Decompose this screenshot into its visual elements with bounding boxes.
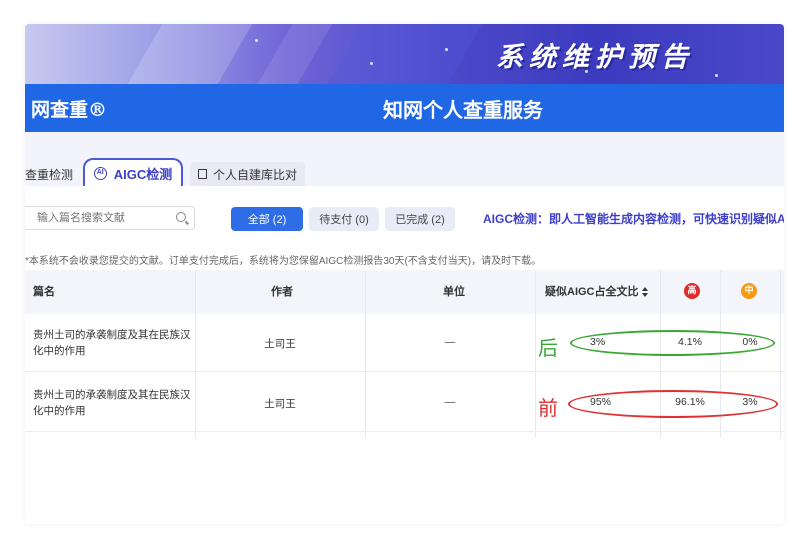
- app-header: 网查重® 知网个人查重服务: [25, 84, 784, 132]
- tab-personal-library[interactable]: 个人自建库比对: [190, 162, 305, 186]
- page-title: 知网个人查重服务: [383, 100, 543, 122]
- row-title[interactable]: 贵州土司的承袭制度及其在民族汉化中的作用: [33, 327, 198, 359]
- row-author: 土司王: [264, 398, 296, 410]
- search-input[interactable]: [37, 212, 167, 224]
- annotation-ellipse-red: [568, 390, 778, 418]
- column-aigc-ratio[interactable]: 疑似AIGC占全文比: [545, 270, 648, 314]
- high-risk-badge: 高: [684, 283, 700, 299]
- banner-text: 系统维护预告: [496, 42, 694, 73]
- sort-icon[interactable]: [641, 287, 648, 297]
- annotation-before: 前: [538, 396, 558, 420]
- annotation-ellipse-green: [570, 330, 775, 356]
- filter-completed-button[interactable]: 已完成 (2): [385, 207, 455, 231]
- maintenance-banner: 系统维护预告: [25, 24, 784, 84]
- tab-bar: 查重检测 AI AIGC检测 个人自建库比对: [25, 132, 784, 186]
- filter-all-button[interactable]: 全部 (2): [231, 207, 303, 231]
- row-unit: —: [444, 396, 456, 408]
- filter-pending-button[interactable]: 待支付 (0): [309, 207, 379, 231]
- column-aigc-ratio-label: 疑似AIGC占全文比: [545, 286, 639, 298]
- row-unit: —: [444, 336, 456, 348]
- retention-notice: *本系统不会收录您提交的文献。订单支付完成后，系统将为您保留AIGC检测报告30…: [25, 256, 542, 267]
- ai-icon: AI: [93, 166, 107, 180]
- tab-label: AIGC检测: [113, 166, 173, 182]
- annotation-after: 后: [538, 336, 558, 360]
- medium-risk-badge: 中: [741, 283, 757, 299]
- tab-aigc-check[interactable]: AI AIGC检测: [83, 158, 183, 186]
- search-box: [25, 206, 195, 230]
- aigc-description: AIGC检测：即人工智能生成内容检测，可快速识别疑似AI: [483, 212, 784, 226]
- page-container: 系统维护预告 网查重® 知网个人查重服务 查重检测 AI AIGC检测 个人自建…: [25, 24, 784, 524]
- search-icon[interactable]: [176, 212, 186, 222]
- tab-label: 个人自建库比对: [212, 167, 297, 182]
- table-header: 篇名 作者 单位 疑似AIGC占全文比 高 中: [25, 270, 784, 314]
- column-author: 作者: [271, 286, 293, 298]
- tab-label: 查重检测: [25, 167, 73, 182]
- row-title[interactable]: 贵州土司的承袭制度及其在民族汉化中的作用: [33, 387, 198, 419]
- database-icon: [197, 169, 207, 179]
- tab-plagiarism-check[interactable]: 查重检测: [25, 162, 79, 186]
- column-title: 篇名: [33, 286, 55, 298]
- column-unit: 单位: [443, 286, 465, 298]
- row-author: 土司王: [264, 338, 296, 350]
- logo[interactable]: 网查重®: [31, 95, 107, 122]
